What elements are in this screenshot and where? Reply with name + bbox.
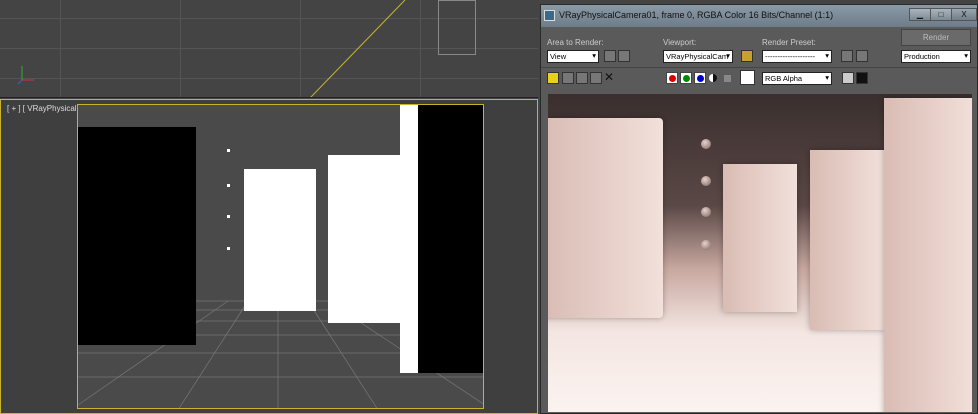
render-frame-window: VRayPhysicalCamera01, frame 0, RGBA Colo… xyxy=(540,4,978,414)
viewport-label: Viewport: xyxy=(663,38,697,47)
render-light xyxy=(701,139,711,149)
light xyxy=(227,215,230,218)
display-icon[interactable] xyxy=(856,72,868,84)
render-light xyxy=(701,240,711,250)
red-channel-toggle[interactable] xyxy=(666,72,678,84)
channel-select[interactable]: RGB Alpha xyxy=(762,72,832,85)
light xyxy=(227,247,230,250)
box-near xyxy=(418,105,483,373)
clone-icon[interactable] xyxy=(576,72,588,84)
blue-channel-toggle[interactable] xyxy=(694,72,706,84)
light xyxy=(227,184,230,187)
area-label: Area to Render: xyxy=(547,38,604,47)
render-light xyxy=(701,176,711,186)
box-center xyxy=(244,169,316,311)
render-button[interactable]: Render xyxy=(901,29,971,46)
box-near-side xyxy=(400,105,418,373)
lock-icon[interactable] xyxy=(741,50,753,62)
viewport-select[interactable]: VRayPhysicalCam xyxy=(663,50,733,63)
app-icon xyxy=(544,10,555,21)
maximize-button[interactable]: □ xyxy=(930,8,952,21)
render-box-center xyxy=(723,164,797,312)
save-icon[interactable] xyxy=(547,72,559,84)
production-select[interactable]: Production xyxy=(901,50,971,63)
axis-gizmo-icon xyxy=(17,66,34,85)
minimize-button[interactable]: ▁ xyxy=(909,8,931,21)
toggle-ui-icon[interactable] xyxy=(842,72,854,84)
render-box-left xyxy=(548,118,663,318)
environment-icon[interactable] xyxy=(856,50,868,62)
color-swatch[interactable] xyxy=(740,70,755,85)
preset-label: Render Preset: xyxy=(762,38,816,47)
area-select[interactable]: View xyxy=(547,50,599,63)
camera-viewport[interactable]: [ + ] [ VRayPhysicalCamera01 ] [ Smooth … xyxy=(0,99,538,414)
render-light xyxy=(701,207,711,217)
preset-select[interactable]: -------------------- xyxy=(762,50,832,63)
rendered-image xyxy=(548,94,972,412)
top-viewport[interactable] xyxy=(0,0,538,98)
alpha-toggle-icon[interactable] xyxy=(709,74,717,82)
print-icon[interactable] xyxy=(590,72,602,84)
render-box-near xyxy=(884,98,972,412)
edit-region-icon[interactable] xyxy=(604,50,616,62)
clear-icon[interactable]: ✕ xyxy=(604,70,614,84)
render-setup-icon[interactable] xyxy=(841,50,853,62)
safe-frame xyxy=(77,104,484,409)
green-channel-toggle[interactable] xyxy=(680,72,692,84)
camera-line xyxy=(310,0,406,97)
mono-icon[interactable] xyxy=(724,75,731,82)
box-right xyxy=(328,155,400,323)
render-box-right xyxy=(810,150,884,330)
light xyxy=(227,149,230,152)
copy-icon[interactable] xyxy=(562,72,574,84)
box-left xyxy=(78,127,196,345)
close-button[interactable]: X xyxy=(951,8,977,21)
auto-region-icon[interactable] xyxy=(618,50,630,62)
